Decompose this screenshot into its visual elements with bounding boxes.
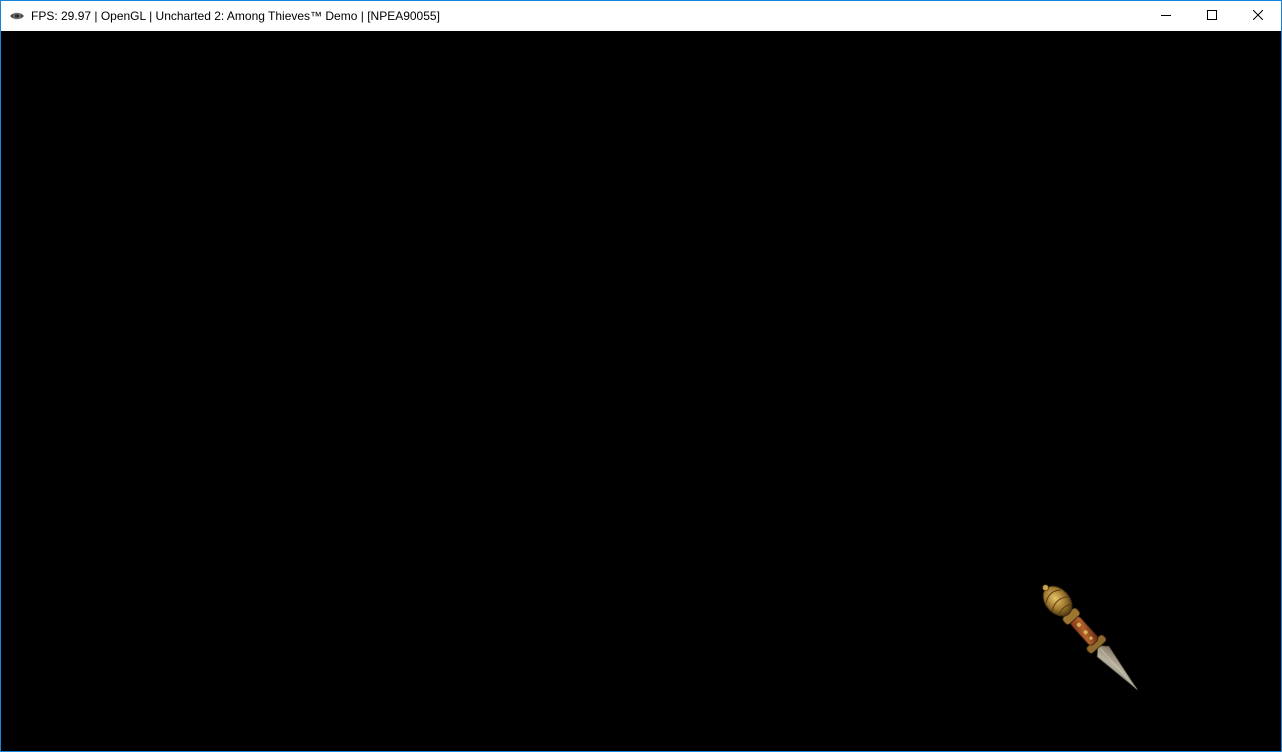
minimize-button[interactable]	[1143, 1, 1189, 31]
phurba-dagger-icon	[1042, 584, 1139, 691]
close-icon	[1252, 7, 1264, 25]
close-button[interactable]	[1235, 1, 1281, 31]
title-bar[interactable]: FPS: 29.97 | OpenGL | Uncharted 2: Among…	[1, 1, 1281, 31]
minimize-icon	[1161, 7, 1171, 25]
game-window: FPS: 29.97 | OpenGL | Uncharted 2: Among…	[0, 0, 1282, 752]
window-controls	[1143, 1, 1281, 31]
window-title: FPS: 29.97 | OpenGL | Uncharted 2: Among…	[31, 9, 440, 23]
game-viewport[interactable]	[1, 31, 1281, 751]
rpcs3-icon	[9, 8, 25, 24]
maximize-button[interactable]	[1189, 1, 1235, 31]
maximize-icon	[1207, 7, 1217, 25]
